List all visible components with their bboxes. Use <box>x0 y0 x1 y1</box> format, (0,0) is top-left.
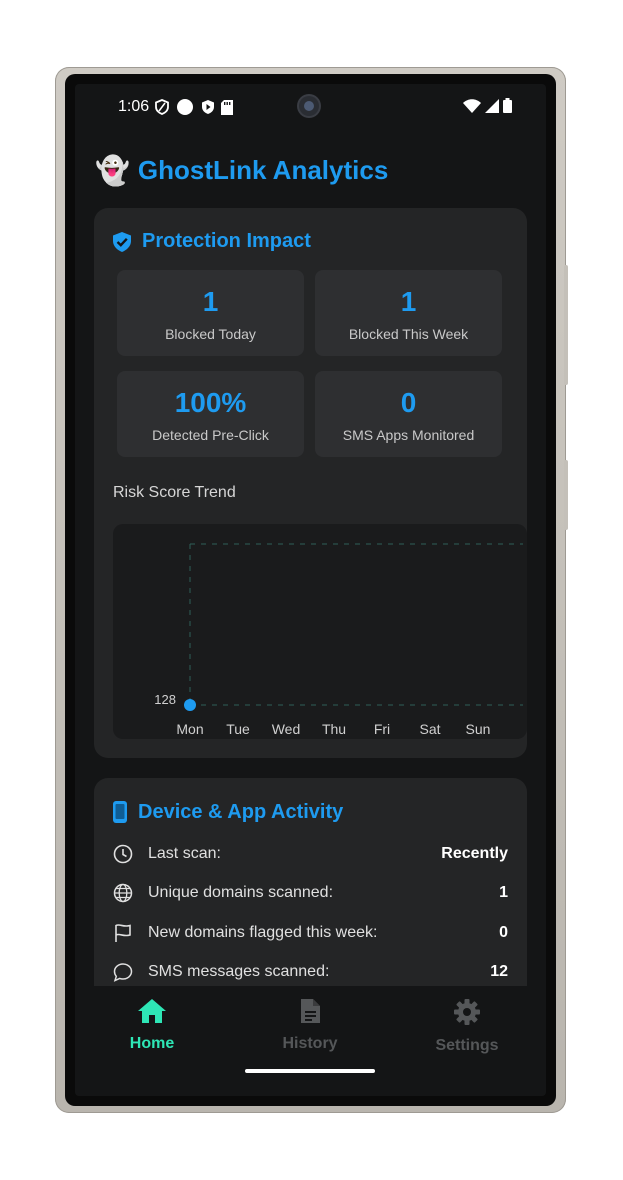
screen: 1:06 👻 GhostLink Analytics Protection Im… <box>75 84 546 1096</box>
stat-blocked-this-week: 1 Blocked This Week <box>315 270 502 356</box>
power-button <box>564 460 568 530</box>
nav-label: History <box>282 1035 338 1052</box>
chart-data-point <box>184 699 196 711</box>
home-icon <box>138 999 166 1023</box>
bottom-navigation: Home History Settings <box>75 986 546 1096</box>
activity-row-label: Unique domains scanned: <box>148 884 334 901</box>
stat-value: 0 <box>400 387 417 418</box>
activity-row-value: 0 <box>499 924 508 941</box>
chart-x-tick-label: Thu <box>322 721 346 737</box>
stat-value: 100% <box>174 387 247 418</box>
stat-label: SMS Apps Monitored <box>342 427 475 443</box>
status-notification-icons <box>155 97 233 117</box>
document-icon <box>301 999 320 1023</box>
nav-settings[interactable]: Settings <box>407 998 527 1055</box>
activity-row-value: 1 <box>499 884 508 901</box>
chart-x-tick-label: Wed <box>272 721 301 737</box>
chart-x-tick-label: Tue <box>226 721 250 737</box>
shield-notification-icon <box>202 100 214 114</box>
battery-icon <box>503 98 512 113</box>
stat-sms-apps-monitored: 0 SMS Apps Monitored <box>315 371 502 457</box>
app-header: 👻 GhostLink Analytics <box>95 154 388 187</box>
globe-icon <box>112 882 134 904</box>
risk-score-chart-svg: Mon Tue Wed Thu Fri Sat Sun 128 <box>154 543 523 737</box>
activity-title: Device & App Activity <box>138 800 344 823</box>
risk-score-trend-title: Risk Score Trend <box>113 484 236 501</box>
protection-impact-card: Protection Impact 1 Blocked Today 1 Bloc… <box>94 208 527 758</box>
chart-x-tick-label: Fri <box>374 721 390 737</box>
activity-row-label: New domains flagged this week: <box>148 924 378 941</box>
shield-check-icon <box>113 231 131 252</box>
stat-detected-pre-click: 100% Detected Pre-Click <box>117 371 304 457</box>
wifi-icon <box>463 98 481 113</box>
gear-icon <box>454 999 480 1025</box>
activity-header: Device & App Activity <box>112 800 343 824</box>
chart-y-tick-label: 128 <box>154 692 176 707</box>
stat-label: Blocked This Week <box>348 326 469 342</box>
stat-value: 1 <box>400 286 417 317</box>
stat-label: Blocked Today <box>165 326 256 342</box>
activity-row-label: Last scan: <box>148 845 221 862</box>
nav-label: Home <box>129 1035 175 1052</box>
sd-card-icon <box>221 99 233 115</box>
volume-button <box>564 265 568 385</box>
flag-icon <box>112 922 134 944</box>
cell-signal-icon <box>485 98 499 113</box>
status-system-icons <box>463 98 512 113</box>
nav-history[interactable]: History <box>250 998 370 1053</box>
clock-icon <box>112 843 134 865</box>
phone-icon <box>113 801 127 823</box>
activity-row-value: 12 <box>490 963 508 980</box>
nav-label: Settings <box>435 1037 499 1054</box>
stat-value: 1 <box>202 286 219 317</box>
activity-row-sms-scanned: SMS messages scanned: 12 <box>112 960 508 984</box>
activity-row-value: Recently <box>441 845 508 862</box>
chart-x-tick-label: Sat <box>419 721 440 737</box>
dot-notification-icon <box>177 99 193 115</box>
status-bar: 1:06 <box>75 84 546 130</box>
chat-bubble-icon <box>112 961 134 983</box>
app-title: GhostLink Analytics <box>137 155 389 185</box>
chart-x-tick-label: Sun <box>466 721 491 737</box>
activity-row-new-domains-flagged: New domains flagged this week: 0 <box>112 921 508 945</box>
activity-row-label: SMS messages scanned: <box>148 963 330 980</box>
stat-label: Detected Pre-Click <box>152 427 269 443</box>
gesture-home-bar[interactable] <box>245 1069 375 1073</box>
ghost-icon: 👻 <box>95 155 130 186</box>
protection-header: Protection Impact <box>112 230 311 253</box>
status-time: 1:06 <box>118 98 150 115</box>
stat-blocked-today: 1 Blocked Today <box>117 270 304 356</box>
activity-row-last-scan: Last scan: Recently <box>112 842 508 866</box>
risk-score-chart[interactable]: Mon Tue Wed Thu Fri Sat Sun 128 <box>113 524 527 739</box>
front-camera <box>299 96 319 116</box>
vpn-shield-icon <box>155 99 169 115</box>
activity-row-unique-domains: Unique domains scanned: 1 <box>112 881 508 905</box>
protection-title: Protection Impact <box>142 230 311 252</box>
chart-x-tick-label: Mon <box>176 721 203 737</box>
nav-home[interactable]: Home <box>92 998 212 1053</box>
